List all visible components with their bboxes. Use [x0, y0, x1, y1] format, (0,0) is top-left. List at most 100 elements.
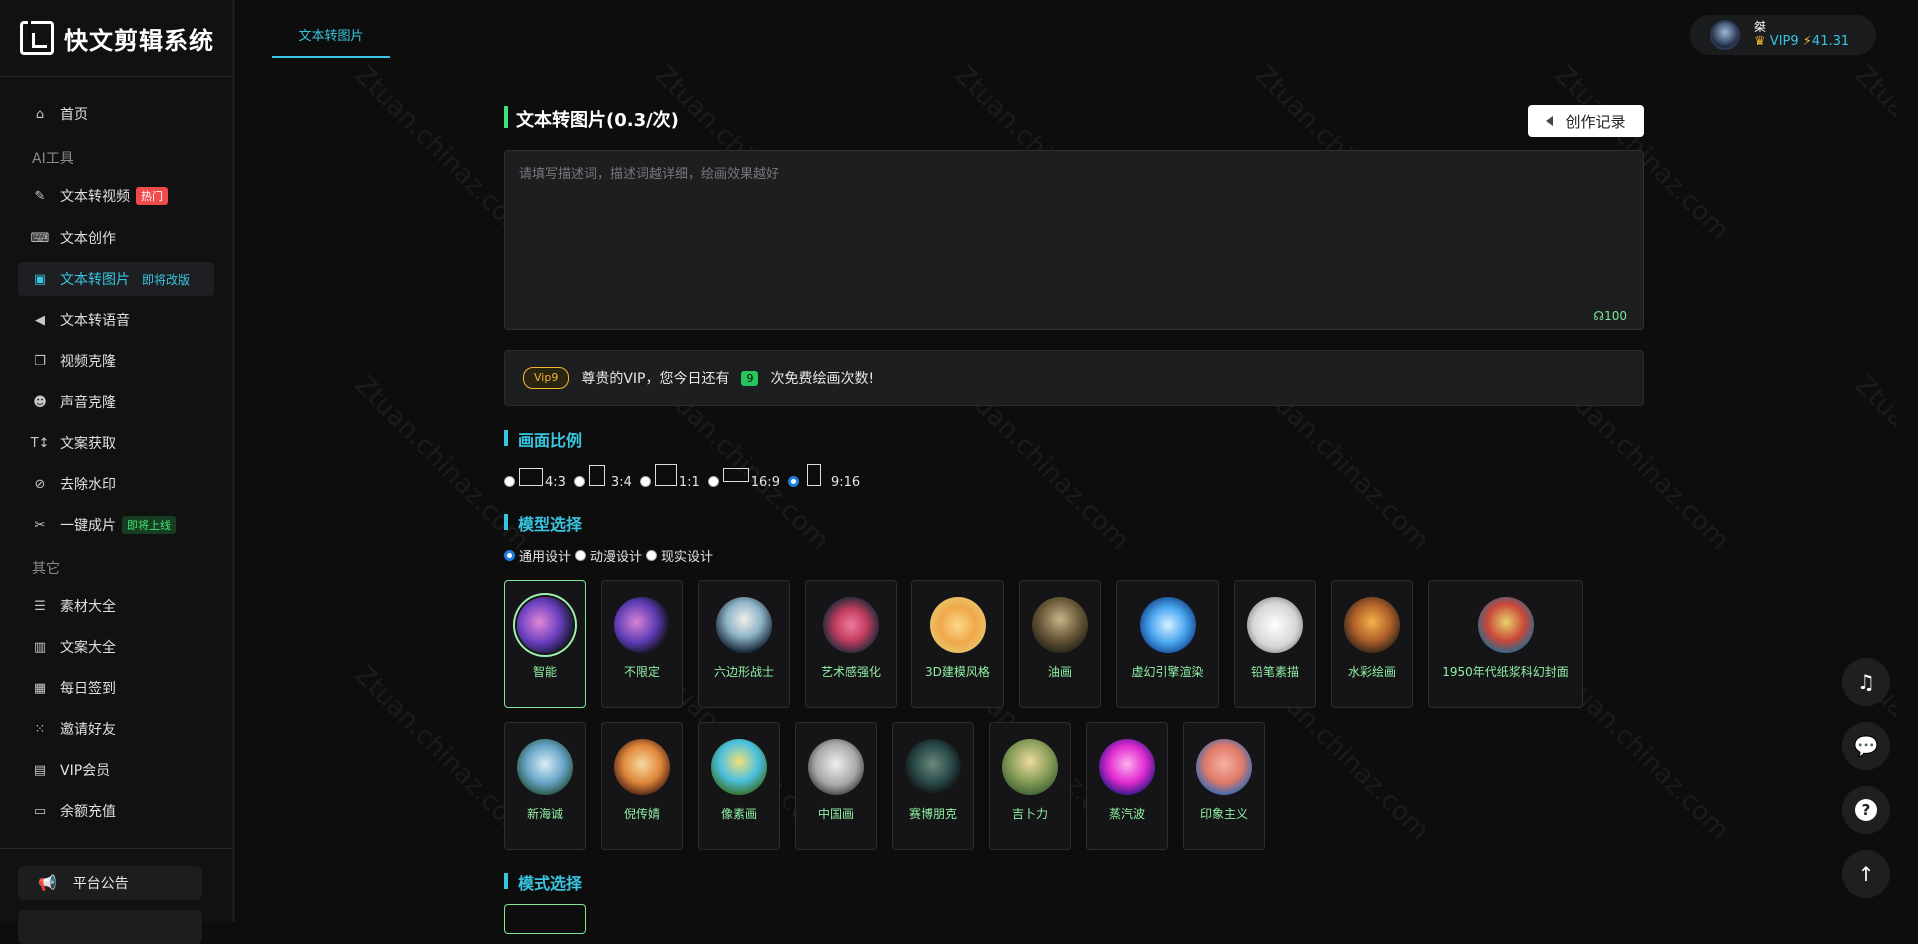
style-card-ghibli[interactable]: 吉卜力 [989, 722, 1071, 850]
style-card-hexagon-warrior[interactable]: 六边形战士 [698, 580, 790, 708]
style-thumb [1032, 597, 1088, 653]
vip-notice-text-before: 尊贵的VIP，您今日还有 [581, 371, 730, 387]
style-label: 不限定 [623, 665, 660, 679]
ratio-shape-icon [722, 468, 749, 482]
style-label: 倪传婧 [623, 807, 660, 821]
history-button-label: 创作记录 [1565, 112, 1626, 131]
sidebar-item-vip[interactable]: ▤ VIP会员 [18, 753, 214, 787]
style-thumb [1139, 597, 1196, 653]
music-button[interactable]: ♫ [1842, 658, 1890, 706]
sidebar-item-daily-checkin[interactable]: ▦ 每日签到 [18, 671, 214, 705]
sidebar-item-label: 去除水印 [60, 477, 116, 493]
ratio-option-3-4[interactable]: 3:4 [573, 465, 632, 490]
ratio-label: 3:4 [610, 475, 632, 490]
style-card-chinese-painting[interactable]: 中国画 [795, 722, 877, 850]
ratio-option-1-1[interactable]: 1:1 [639, 464, 700, 490]
model-selector: 通用设计 动漫设计 现实设计 [504, 546, 717, 565]
radio[interactable] [573, 476, 585, 487]
section-accent-bar [504, 430, 508, 446]
ratio-selector: 4:3 3:4 1:1 16:9 9:16 [504, 464, 868, 490]
style-card-watercolor[interactable]: 水彩绘画 [1331, 580, 1413, 708]
ratio-option-4-3[interactable]: 4:3 [504, 468, 566, 490]
radio[interactable] [504, 476, 515, 487]
user-name: 桀 [1754, 20, 1767, 34]
wechat-icon: 💬 [1853, 734, 1879, 758]
model-option-general[interactable]: 通用设计 [504, 546, 571, 565]
style-thumb [929, 597, 986, 653]
sidebar-item-text-to-video[interactable]: ✎ 文本转视频 热门 [18, 179, 214, 213]
sidebar-item-recharge[interactable]: ▭ 余额充值 [18, 794, 214, 828]
style-card-pencil-sketch[interactable]: 铅笔素描 [1234, 580, 1316, 708]
style-card-3d-model[interactable]: 3D建模风格 [911, 580, 1004, 708]
model-label: 现实设计 [661, 550, 714, 565]
sidebar-item-materials[interactable]: ☰ 素材大全 [18, 589, 214, 623]
style-card-shinkai[interactable]: 新海诚 [504, 722, 586, 850]
ratio-label: 16:9 [750, 475, 780, 490]
radio[interactable] [639, 476, 651, 487]
sidebar-item-text-to-image[interactable]: ▣ 文本转图片 即将改版 [18, 262, 214, 296]
ratio-shape-icon [654, 464, 677, 486]
arrow-up-icon: ↑ [1857, 862, 1875, 886]
sidebar-item-video-clone[interactable]: ❐ 视频克隆 [18, 344, 214, 378]
section-accent-bar [504, 873, 508, 889]
caret-left-icon [1546, 116, 1554, 126]
style-card-vaporwave[interactable]: 蒸汽波 [1086, 722, 1168, 850]
back-to-top-button[interactable]: ↑ [1842, 850, 1890, 898]
radio[interactable] [646, 550, 658, 561]
scrollbar[interactable] [1896, 0, 1918, 922]
style-card-cyberpunk[interactable]: 赛博朋克 [892, 722, 974, 850]
radio-selected[interactable] [504, 550, 515, 561]
model-option-anime[interactable]: 动漫设计 [575, 546, 642, 565]
ratio-option-16-9[interactable]: 16:9 [707, 468, 780, 490]
radio[interactable] [575, 550, 587, 561]
sidebar-item-invite-friends[interactable]: ⁙ 邀请好友 [18, 712, 214, 746]
platform-notice-button[interactable]: 📢 平台公告 [18, 866, 202, 900]
style-label: 水彩绘画 [1347, 665, 1396, 679]
help-button[interactable]: ? [1842, 786, 1890, 834]
radio[interactable] [707, 476, 719, 487]
style-card-pixel-art[interactable]: 像素画 [698, 722, 780, 850]
style-card-unreal-engine[interactable]: 虚幻引擎渲染 [1116, 580, 1219, 708]
sidebar-item-text-writing[interactable]: ⌨ 文本创作 [18, 221, 214, 255]
sidebar-item-label: 首页 [60, 107, 88, 123]
sidebar-item-copy-fetch[interactable]: T↕ 文案获取 [18, 426, 214, 460]
ratio-shape-icon [588, 465, 605, 486]
divider [0, 848, 232, 849]
style-label: 印象主义 [1199, 807, 1248, 821]
style-label: 六边形战士 [713, 665, 774, 679]
page-title: 文本转图片(0.3/次) [516, 110, 679, 131]
mode-card[interactable] [504, 904, 586, 934]
sidebar-item-label: 声音克隆 [60, 395, 116, 411]
sidebar-item-remove-watermark[interactable]: ⊘ 去除水印 [18, 467, 214, 501]
style-card-oil-painting[interactable]: 油画 [1019, 580, 1101, 708]
ratio-option-9-16[interactable]: 9:16 [787, 464, 860, 490]
style-card-unlimited[interactable]: 不限定 [601, 580, 683, 708]
history-button[interactable]: 创作记录 [1528, 105, 1644, 137]
sidebar-item-voice-clone[interactable]: ☻ 声音克隆 [18, 385, 214, 419]
model-label: 动漫设计 [590, 550, 643, 565]
style-thumb [517, 597, 573, 653]
user-menu[interactable]: 桀 ♛ VIP9 ⚡41.31 [1690, 15, 1876, 55]
sidebar-item-label: 文本转视频 [60, 189, 130, 205]
model-label: 通用设计 [519, 550, 572, 565]
prompt-input[interactable] [517, 161, 1631, 305]
style-card-ni-chuanjing[interactable]: 倪传婧 [601, 722, 683, 850]
radio-selected[interactable] [787, 476, 799, 487]
wechat-button[interactable]: 💬 [1842, 722, 1890, 770]
sidebar-item-label: 邀请好友 [60, 722, 116, 738]
sidebar-item-label: 文本创作 [60, 231, 116, 247]
app-logo[interactable]: 快文剪辑系统 [20, 18, 214, 58]
model-option-realistic[interactable]: 现实设计 [646, 546, 713, 565]
sidebar-item-text-to-speech[interactable]: ◀ 文本转语音 [18, 303, 214, 337]
sidebar-bottom-button[interactable] [18, 910, 202, 944]
sidebar-item-home[interactable]: ⌂ 首页 [18, 97, 214, 131]
style-card-1950s-pulp[interactable]: 1950年代纸浆科幻封面 [1428, 580, 1583, 708]
style-card-impressionism[interactable]: 印象主义 [1183, 722, 1265, 850]
sidebar-item-one-click-film[interactable]: ✂ 一键成片 即将上线 [18, 508, 214, 542]
sidebar-item-copy-library[interactable]: ▥ 文案大全 [18, 630, 214, 664]
sidebar-item-label: 文本转语音 [60, 313, 130, 329]
style-card-smart[interactable]: 智能 [504, 580, 586, 708]
tab-text-to-image[interactable]: 文本转图片 [272, 18, 390, 58]
style-card-art-enhance[interactable]: 艺术感强化 [805, 580, 897, 708]
style-thumb [905, 739, 961, 795]
